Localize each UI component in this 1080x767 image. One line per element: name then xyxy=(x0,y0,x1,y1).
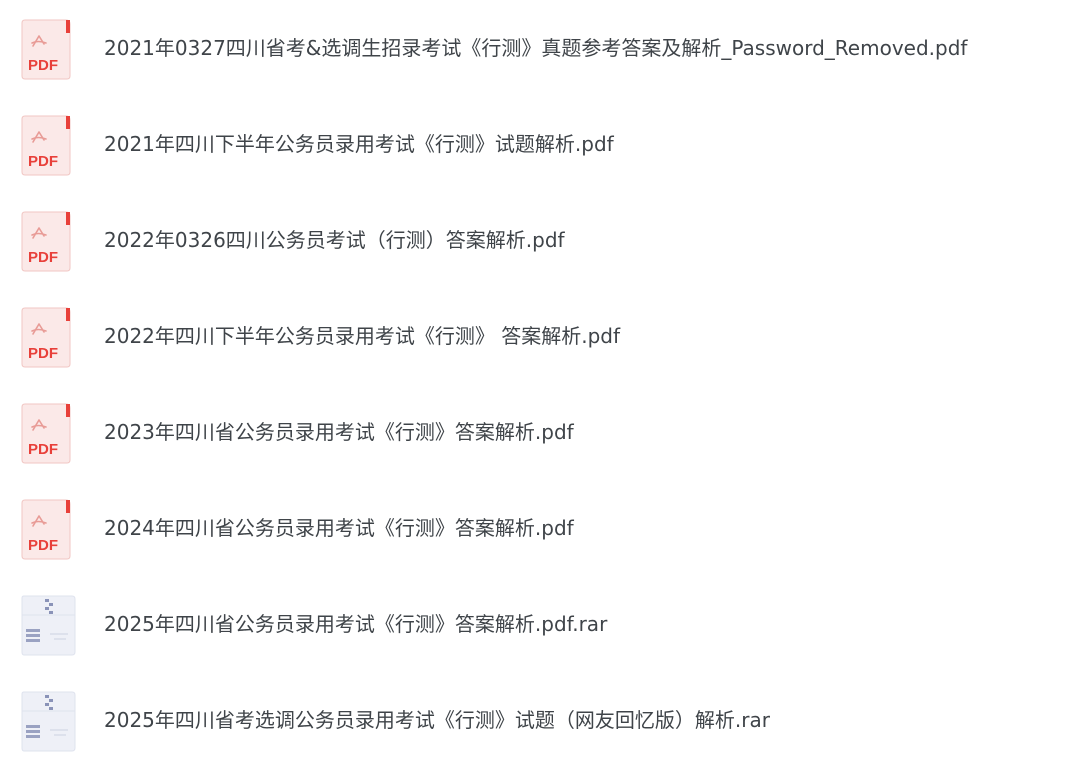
file-name: 2025年四川省考选调公务员录用考试《行测》试题（网友回忆版）解析.rar xyxy=(104,708,770,732)
file-row[interactable]: PDF 2021年四川下半年公务员录用考试《行测》试题解析.pdf xyxy=(0,99,1080,189)
file-row[interactable]: PDF 2022年四川下半年公务员录用考试《行测》 答案解析.pdf xyxy=(0,291,1080,381)
file-name: 2022年四川下半年公务员录用考试《行测》 答案解析.pdf xyxy=(104,324,621,348)
file-name: 2023年四川省公务员录用考试《行测》答案解析.pdf xyxy=(104,420,574,444)
file-row[interactable]: PDF 2024年四川省公务员录用考试《行测》答案解析.pdf xyxy=(0,483,1080,573)
archive-file-icon xyxy=(20,595,76,657)
file-row[interactable]: 2025年四川省考选调公务员录用考试《行测》试题（网友回忆版）解析.rar xyxy=(0,675,1080,765)
svg-text:PDF: PDF xyxy=(28,537,58,554)
archive-file-icon xyxy=(20,691,76,753)
svg-text:PDF: PDF xyxy=(28,153,58,170)
svg-text:PDF: PDF xyxy=(28,345,58,362)
file-row[interactable]: PDF 2022年0326四川公务员考试（行测）答案解析.pdf xyxy=(0,195,1080,285)
file-name: 2022年0326四川公务员考试（行测）答案解析.pdf xyxy=(104,228,565,252)
pdf-file-icon: PDF xyxy=(20,403,76,465)
file-row[interactable]: PDF 2021年0327四川省考&选调生招录考试《行测》真题参考答案及解析_P… xyxy=(0,3,1080,93)
pdf-file-icon: PDF xyxy=(20,19,76,81)
file-name: 2024年四川省公务员录用考试《行测》答案解析.pdf xyxy=(104,516,574,540)
svg-text:PDF: PDF xyxy=(28,249,58,266)
pdf-file-icon: PDF xyxy=(20,499,76,561)
pdf-file-icon: PDF xyxy=(20,211,76,273)
file-row[interactable]: 2025年四川省公务员录用考试《行测》答案解析.pdf.rar xyxy=(0,579,1080,669)
svg-text:PDF: PDF xyxy=(28,441,58,458)
pdf-file-icon: PDF xyxy=(20,307,76,369)
file-name: 2021年四川下半年公务员录用考试《行测》试题解析.pdf xyxy=(104,132,614,156)
file-name: 2025年四川省公务员录用考试《行测》答案解析.pdf.rar xyxy=(104,612,608,636)
file-name: 2021年0327四川省考&选调生招录考试《行测》真题参考答案及解析_Passw… xyxy=(104,36,968,60)
svg-text:PDF: PDF xyxy=(28,57,58,74)
file-row[interactable]: PDF 2023年四川省公务员录用考试《行测》答案解析.pdf xyxy=(0,387,1080,477)
file-list: PDF 2021年0327四川省考&选调生招录考试《行测》真题参考答案及解析_P… xyxy=(0,0,1080,767)
pdf-file-icon: PDF xyxy=(20,115,76,177)
